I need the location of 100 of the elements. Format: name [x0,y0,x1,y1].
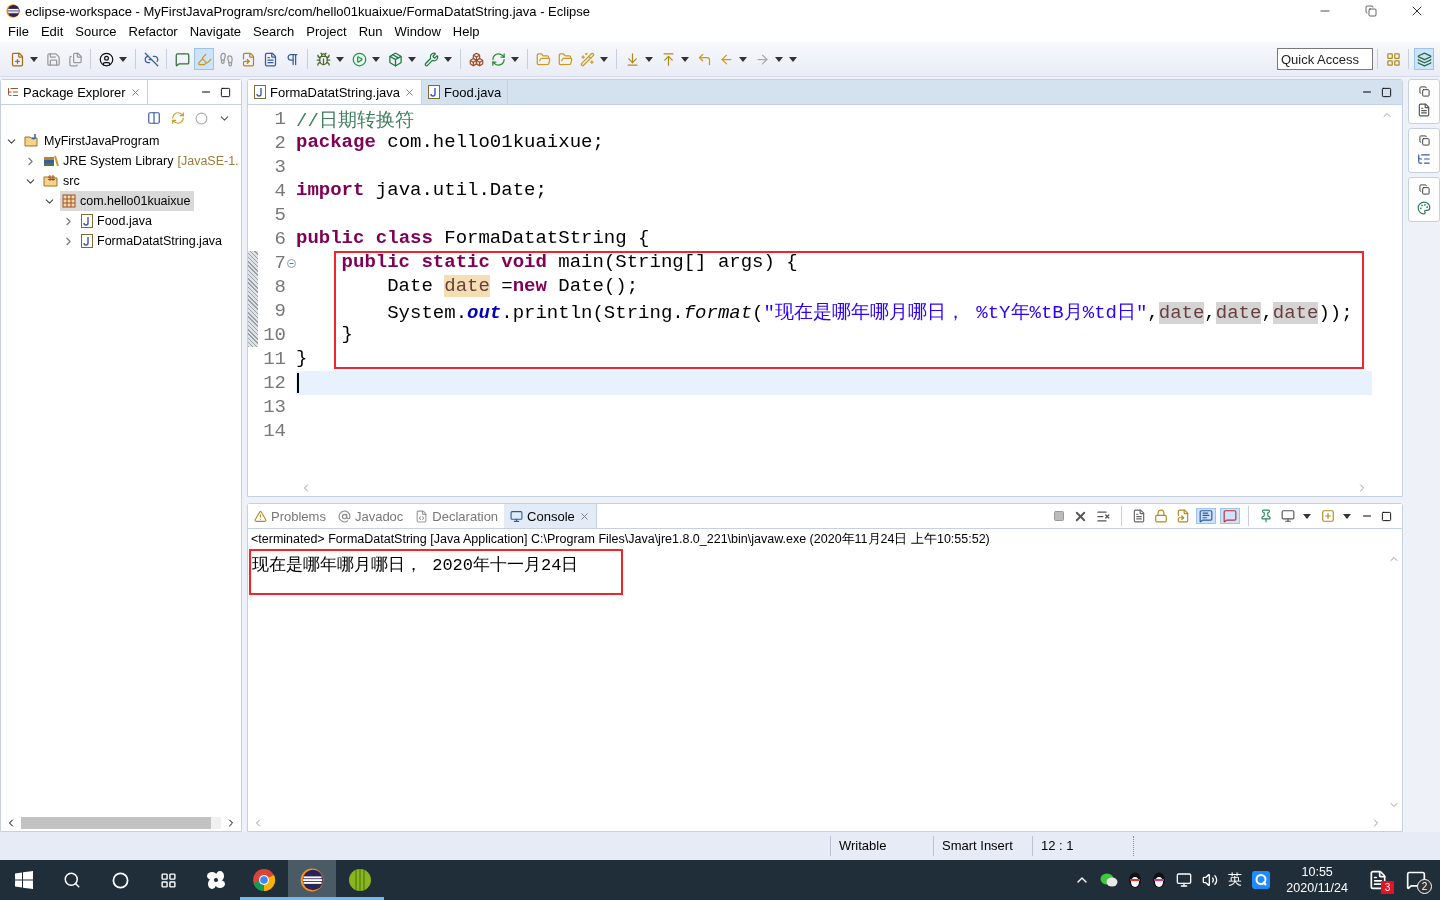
dropdown-caret-icon[interactable] [645,56,653,62]
restore-icon[interactable] [1365,5,1377,17]
dropdown-caret-icon[interactable] [681,56,689,62]
dropdown-caret-icon[interactable] [1303,513,1311,519]
search-icon[interactable] [63,871,81,889]
editor-tab[interactable]: FormaDatatString.java [248,80,423,104]
box-icon[interactable] [387,51,403,67]
dropdown-caret-icon[interactable] [1343,513,1351,519]
tree-item[interactable]: FormaDatatString.java [79,231,226,251]
link-arrows-icon[interactable] [171,111,185,125]
lock-icon[interactable] [1154,509,1168,523]
tree-item[interactable]: JRE System Library [JavaSE-1. [41,151,242,171]
run-icon[interactable] [351,51,367,67]
chat-app-icon[interactable] [1252,871,1271,889]
view-tab[interactable]: Javadoc [331,504,410,528]
collapse-all-icon[interactable] [147,111,161,125]
clear-console-icon[interactable] [1132,509,1146,523]
penguin-icon[interactable] [1128,872,1143,888]
line-number: 7 [260,251,296,275]
dropdown-caret-icon[interactable] [600,56,608,62]
status-field: Smart Insert [933,836,1032,856]
menu-item[interactable]: Edit [34,22,70,42]
dropdown-caret-icon[interactable] [119,56,127,62]
new-console-icon[interactable] [1321,509,1335,523]
menu-item[interactable]: File [2,22,35,42]
restore-icon[interactable] [1418,86,1430,97]
view-tab[interactable]: Declaration [409,504,505,528]
stop-icon[interactable] [1053,510,1065,522]
project-folder-icon [24,134,40,148]
remove-all-icon[interactable] [1096,508,1111,524]
menu-item[interactable]: Search [247,22,301,42]
quick-access-field[interactable]: Quick Access [1277,48,1373,70]
wrench-icon[interactable] [423,51,439,67]
tree-item[interactable]: Food.java [79,211,155,231]
line-number: 11 [262,347,287,371]
file-link-icon[interactable] [240,51,256,67]
input-method-indicator[interactable]: 英 [1228,871,1243,889]
eclipse-logo-icon [6,4,20,18]
taskbar-app[interactable] [288,860,336,900]
volume-icon[interactable] [1202,872,1219,888]
tree-item[interactable]: MyFirstJavaProgram [22,131,163,151]
restore-icon[interactable] [1418,184,1430,195]
view-tab[interactable]: Console [504,504,597,528]
palette-icon[interactable] [1417,201,1431,215]
footprints-icon[interactable] [218,51,234,67]
pin-icon[interactable] [1259,509,1273,523]
clock-date[interactable]: 2020/11/24 [1286,880,1348,896]
word-wrap-icon[interactable] [1176,509,1190,523]
editor-tab[interactable]: Food.java [422,80,509,104]
line-number: 8 [273,275,287,299]
display-icon[interactable] [1281,509,1295,523]
line-number: 12 [262,371,287,395]
comment-icon[interactable] [174,51,190,67]
user-icon[interactable] [98,51,114,67]
tree-item[interactable]: com.hello01kuaixue [60,191,194,211]
menu-item[interactable]: Navigate [183,22,247,42]
ring-icon[interactable] [111,871,129,889]
outline-icon[interactable] [1417,152,1431,166]
task-view-icon[interactable] [159,871,177,889]
penguin-icon[interactable] [1152,872,1167,888]
speech-bubble-icon[interactable] [1406,870,1426,890]
menu-item[interactable]: Project [300,22,353,42]
dropdown-caret-icon[interactable] [336,56,344,62]
save-icon[interactable] [45,51,61,67]
boxes-icon[interactable] [468,51,484,67]
notification-badge: 2 [1417,879,1432,894]
document-icon[interactable] [1368,870,1388,890]
maximize-icon[interactable] [1381,510,1392,522]
chat-bubbles-icon[interactable] [1100,872,1119,888]
grid-icon[interactable] [1385,51,1401,67]
network-icon[interactable] [1176,872,1193,888]
tree-item[interactable]: src [41,171,83,191]
maximize-icon[interactable] [1381,86,1392,98]
view-tab[interactable]: Problems [248,504,332,528]
dropdown-caret-icon[interactable] [444,56,452,62]
document-icon[interactable] [1417,103,1431,117]
library-icon [43,154,59,168]
dropdown-caret-icon[interactable] [739,56,747,62]
restore-icon[interactable] [1418,135,1430,146]
unlink-icon[interactable] [143,51,159,67]
clock-time[interactable]: 10:55 [1301,864,1333,880]
menu-item[interactable]: Help [446,22,486,42]
pilcrow-icon[interactable] [284,51,300,67]
maximize-icon[interactable] [220,86,231,98]
dropdown-caret-icon[interactable] [511,56,519,62]
windows-start-icon[interactable] [15,871,33,889]
save-all-icon[interactable] [67,51,83,67]
menu-item[interactable]: Source [69,22,123,42]
dropdown-caret-icon[interactable] [372,56,380,62]
refresh-icon[interactable] [490,51,506,67]
document-icon[interactable] [262,51,278,67]
scrollbar-thumb[interactable] [21,817,211,829]
menu-item[interactable]: Window [388,22,447,42]
fold-icon[interactable] [286,258,296,268]
dropdown-caret-icon[interactable] [30,56,38,62]
dropdown-caret-icon[interactable] [408,56,416,62]
menu-item[interactable]: Run [352,22,389,42]
menu-item[interactable]: Refactor [122,22,184,42]
new-file-icon[interactable] [9,51,25,67]
bug-icon[interactable] [315,51,331,67]
